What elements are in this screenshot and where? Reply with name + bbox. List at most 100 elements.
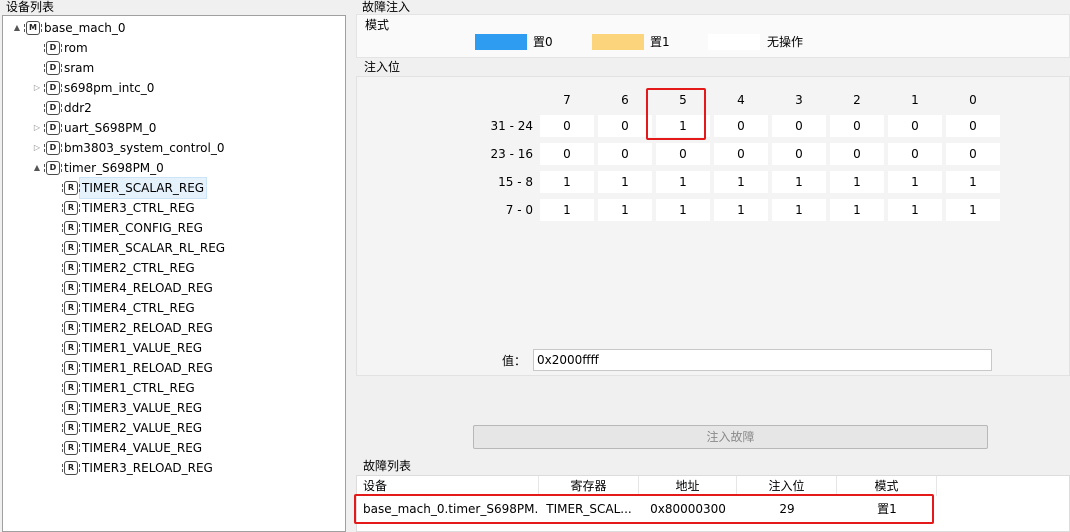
bit5-highlight-box — [646, 88, 706, 140]
bit-cell[interactable]: 0 — [598, 115, 652, 137]
bit-cell[interactable]: 1 — [656, 199, 710, 221]
device-tree[interactable]: ▲ Mbase_mach_0 Drom Dsram ▷ Ds698pm_intc_0 Ddd… — [2, 15, 346, 532]
bit-cell[interactable]: 0 — [830, 143, 884, 165]
bit-cell[interactable]: 0 — [656, 143, 710, 165]
register-icon: R — [62, 281, 80, 295]
fault-list-column-header[interactable]: 地址 — [639, 476, 737, 496]
device-list-panel: 设备列表 ▲ Mbase_mach_0 Drom Dsram ▷ Ds698pm_intc… — [0, 0, 348, 532]
fault-list-column-header[interactable]: 寄存器 — [539, 476, 639, 496]
bit-cell[interactable]: 1 — [714, 171, 768, 193]
legend-set0-swatch[interactable] — [475, 34, 527, 50]
bit-cell[interactable]: 0 — [772, 115, 826, 137]
tree-node[interactable]: R TIMER3_VALUE_REG — [49, 398, 202, 418]
tree-node[interactable]: Dsram — [31, 58, 94, 78]
bit-cell[interactable]: 1 — [946, 199, 1000, 221]
tree-node[interactable]: R TIMER1_CTRL_REG — [49, 378, 195, 398]
tree-node[interactable]: Drom — [31, 38, 88, 58]
tree-node[interactable]: R TIMER3_RELOAD_REG — [49, 458, 213, 478]
bit-column-header: 3 — [795, 93, 803, 107]
bit-cell[interactable]: 1 — [772, 199, 826, 221]
bit-cell[interactable]: 1 — [540, 171, 594, 193]
bit-row-label: 15 - 8 — [498, 175, 533, 189]
fault-list-column-header[interactable]: 设备 — [357, 476, 539, 496]
device-icon: D — [44, 121, 62, 135]
bit-cell[interactable]: 1 — [888, 199, 942, 221]
bit-cell[interactable]: 1 — [946, 171, 1000, 193]
tree-node[interactable]: R TIMER3_CTRL_REG — [49, 198, 195, 218]
tree-node[interactable]: R TIMER2_VALUE_REG — [49, 418, 202, 438]
expanded-toggle-icon[interactable]: ▲ — [31, 158, 43, 178]
fault-list-column-header[interactable]: 注入位 — [737, 476, 837, 496]
bit-cell[interactable]: 0 — [888, 115, 942, 137]
tree-node-label: TIMER4_VALUE_REG — [82, 441, 203, 455]
legend-noop-label: 无操作 — [767, 35, 804, 49]
tree-node[interactable]: ▷ Dbm3803_system_control_0 — [31, 138, 224, 158]
bit-cell[interactable]: 1 — [888, 171, 942, 193]
tree-node[interactable]: R TIMER_SCALAR_RL_REG — [49, 238, 225, 258]
tree-node[interactable]: ▲ Dtimer_S698PM_0 — [31, 158, 164, 178]
bit-cell[interactable]: 0 — [540, 115, 594, 137]
bit-cell[interactable]: 0 — [888, 143, 942, 165]
bit-cell[interactable]: 1 — [598, 199, 652, 221]
bit-row-label: 31 - 24 — [490, 119, 534, 133]
collapsed-toggle-icon[interactable]: ▷ — [31, 138, 43, 158]
inject-fault-button[interactable]: 注入故障 — [473, 425, 988, 449]
tree-node[interactable]: R TIMER1_VALUE_REG — [49, 338, 202, 358]
register-icon: R — [62, 361, 80, 375]
bit-cell[interactable]: 0 — [946, 143, 1000, 165]
tree-node-label: ddr2 — [64, 101, 92, 115]
bit-cell[interactable]: 1 — [714, 199, 768, 221]
tree-node[interactable]: R TIMER4_CTRL_REG — [49, 298, 195, 318]
bit-cell[interactable]: 1 — [598, 171, 652, 193]
register-icon: R — [62, 461, 80, 475]
mode-section: 模式 置0 置1 无操作 — [356, 14, 1070, 58]
tree-node[interactable]: ▷ Ds698pm_intc_0 — [31, 78, 154, 98]
expanded-toggle-icon[interactable]: ▲ — [11, 18, 23, 38]
bit-cell[interactable]: 0 — [772, 143, 826, 165]
tree-node-label: TIMER_CONFIG_REG — [82, 221, 203, 235]
tree-node[interactable]: ▲ Mbase_mach_0 — [11, 18, 126, 38]
tree-node[interactable]: R TIMER2_CTRL_REG — [49, 258, 195, 278]
bit-cell[interactable]: 0 — [946, 115, 1000, 137]
register-icon: R — [62, 301, 80, 315]
bit-cell[interactable]: 0 — [540, 143, 594, 165]
legend-set1-swatch[interactable] — [592, 34, 644, 50]
inject-bits-section: 7 6 5 4 3 2 1 0 31 - 24 0 0 1 0 0 0 0 0 23 - 16 0 0 0 0 0 0 0 0 15… — [356, 76, 1070, 376]
tree-node[interactable]: R TIMER_CONFIG_REG — [49, 218, 203, 238]
tree-node-label: TIMER4_CTRL_REG — [82, 301, 195, 315]
tree-node[interactable]: Dddr2 — [31, 98, 92, 118]
bit-cell[interactable]: 0 — [830, 115, 884, 137]
register-icon: R — [62, 321, 80, 335]
bit-column-header: 4 — [737, 93, 745, 107]
tree-node[interactable]: R TIMER4_RELOAD_REG — [49, 278, 213, 298]
collapsed-toggle-icon[interactable]: ▷ — [31, 78, 43, 98]
tree-node-label: sram — [64, 61, 95, 75]
fault-injection-title: 故障注入 — [362, 0, 411, 14]
bit-cell[interactable]: 0 — [714, 143, 768, 165]
collapsed-toggle-icon[interactable]: ▷ — [31, 118, 43, 138]
bit-cell[interactable]: 1 — [540, 199, 594, 221]
tree-node[interactable]: R TIMER_SCALAR_REG — [49, 177, 208, 199]
tree-node-label: TIMER2_CTRL_REG — [82, 261, 195, 275]
bit-cell[interactable]: 1 — [830, 199, 884, 221]
legend-noop-swatch[interactable] — [708, 34, 760, 50]
fault-list-column-header[interactable]: 模式 — [837, 476, 937, 496]
device-icon: D — [44, 141, 62, 155]
bit-cell[interactable]: 0 — [714, 115, 768, 137]
device-icon: D — [44, 41, 62, 55]
bit-cell[interactable]: 1 — [830, 171, 884, 193]
tree-node[interactable]: R TIMER4_VALUE_REG — [49, 438, 202, 458]
bit-column-header: 2 — [853, 93, 861, 107]
tree-node[interactable]: R TIMER1_RELOAD_REG — [49, 358, 213, 378]
bit-column-header: 6 — [621, 93, 629, 107]
legend-set0-label: 置0 — [533, 35, 553, 49]
tree-node[interactable]: ▷ Duart_S698PM_0 — [31, 118, 156, 138]
register-icon: R — [62, 241, 80, 255]
bit-cell[interactable]: 1 — [656, 171, 710, 193]
tree-node[interactable]: R TIMER2_RELOAD_REG — [49, 318, 213, 338]
tree-node-label: s698pm_intc_0 — [64, 81, 155, 95]
value-label: 值： — [502, 354, 527, 368]
bit-cell[interactable]: 1 — [772, 171, 826, 193]
bit-cell[interactable]: 0 — [598, 143, 652, 165]
value-input[interactable]: 0x2000ffff — [533, 349, 992, 371]
